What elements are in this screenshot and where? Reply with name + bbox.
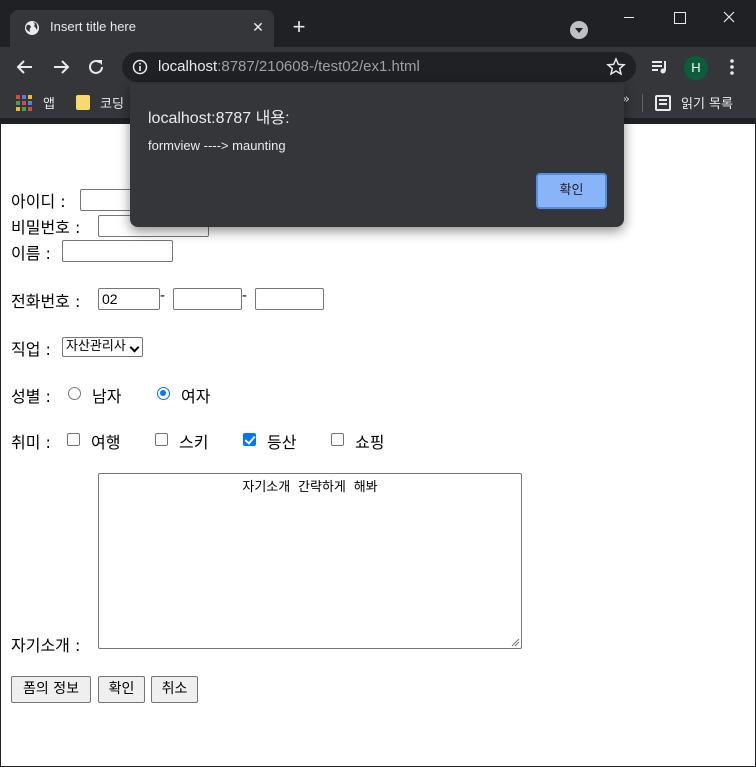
kebab-menu-icon[interactable] (722, 57, 742, 77)
hobby-hiking-label: 등산 (267, 433, 297, 452)
new-tab-icon[interactable]: + (288, 16, 310, 38)
back-arrow-icon[interactable] (14, 56, 36, 78)
gender-male-radio[interactable] (68, 387, 81, 400)
phone-last-input[interactable] (255, 288, 324, 310)
dialog-title: localhost:8787 내용: (148, 110, 290, 127)
hobby-shopping-label: 쇼핑 (355, 433, 385, 452)
intro-label: 자기소개 : (11, 636, 81, 655)
minimize-icon[interactable] (606, 4, 652, 32)
hobby-ski-checkbox[interactable] (155, 433, 168, 446)
hobby-travel-checkbox[interactable] (67, 433, 80, 446)
phone-label: 전화번호 : (11, 292, 81, 311)
info-icon[interactable] (132, 59, 148, 75)
hobby-ski-label: 스키 (179, 433, 209, 452)
address-bar[interactable]: localhost:8787/210608-/test02/ex1.html (122, 52, 636, 82)
forward-arrow-icon[interactable] (50, 56, 72, 78)
browser-toolbar: localhost:8787/210608-/test02/ex1.html H (0, 47, 756, 87)
id-label: 아이디 : (11, 192, 66, 211)
dialog-ok-button[interactable]: 확인 (536, 173, 607, 209)
tab-close-icon[interactable]: ✕ (248, 18, 268, 38)
profile-avatar[interactable]: H (684, 56, 708, 80)
reading-list-label[interactable]: 읽기 목록 (681, 93, 733, 112)
browser-tab[interactable]: Insert title here ✕ (10, 10, 274, 47)
maximize-icon[interactable] (656, 4, 702, 32)
tab-search-icon[interactable] (570, 21, 588, 39)
gender-female-radio[interactable] (157, 387, 170, 400)
hobby-label: 취미 : (11, 433, 51, 452)
url-text: localhost:8787/210608-/test02/ex1.html (158, 58, 420, 75)
alert-dialog: localhost:8787 내용: formview ----> maunti… (130, 84, 624, 227)
gender-label: 성별 : (11, 387, 51, 406)
bookmark-folder-label[interactable]: 코딩 (100, 93, 124, 112)
media-control-icon[interactable] (650, 57, 670, 77)
apps-grid-icon[interactable] (16, 95, 32, 111)
hobby-hiking-checkbox[interactable] (243, 433, 256, 446)
resize-grip-icon[interactable] (511, 638, 520, 647)
dialog-message: formview ----> maunting (148, 138, 286, 153)
reload-icon[interactable] (85, 56, 107, 78)
phone-middle-input[interactable] (173, 288, 242, 310)
phone-separator: - (160, 288, 166, 304)
gender-male-label: 남자 (92, 387, 122, 406)
tab-title: Insert title here (50, 19, 136, 34)
form-info-button[interactable]: 폼의 정보 (11, 676, 91, 703)
phone-separator: - (242, 288, 248, 304)
reading-list-icon[interactable] (655, 95, 671, 111)
window-close-icon[interactable] (706, 4, 752, 32)
intro-textarea[interactable]: 자기소개 간략하게 해봐 (98, 473, 522, 649)
bookmark-apps-label[interactable]: 앱 (43, 93, 55, 112)
gender-female-label: 여자 (181, 387, 211, 406)
cancel-button[interactable]: 취소 (151, 676, 198, 703)
confirm-button[interactable]: 확인 (98, 676, 145, 703)
folder-icon (76, 95, 90, 110)
hobby-travel-label: 여행 (91, 433, 121, 452)
password-label: 비밀번호 : (11, 218, 81, 237)
phone-first-input[interactable]: 02 (98, 288, 160, 310)
name-label: 이름 : (11, 244, 51, 263)
intro-text: 자기소개 간략하게 해봐 (242, 480, 378, 495)
bookmarks-divider (642, 94, 643, 112)
hobby-shopping-checkbox[interactable] (331, 433, 344, 446)
name-input[interactable] (62, 240, 173, 262)
globe-icon (25, 21, 39, 35)
job-select[interactable]: 자산관리사 (62, 337, 143, 357)
bookmark-star-icon[interactable] (606, 57, 626, 77)
job-label: 직업 : (11, 340, 51, 359)
